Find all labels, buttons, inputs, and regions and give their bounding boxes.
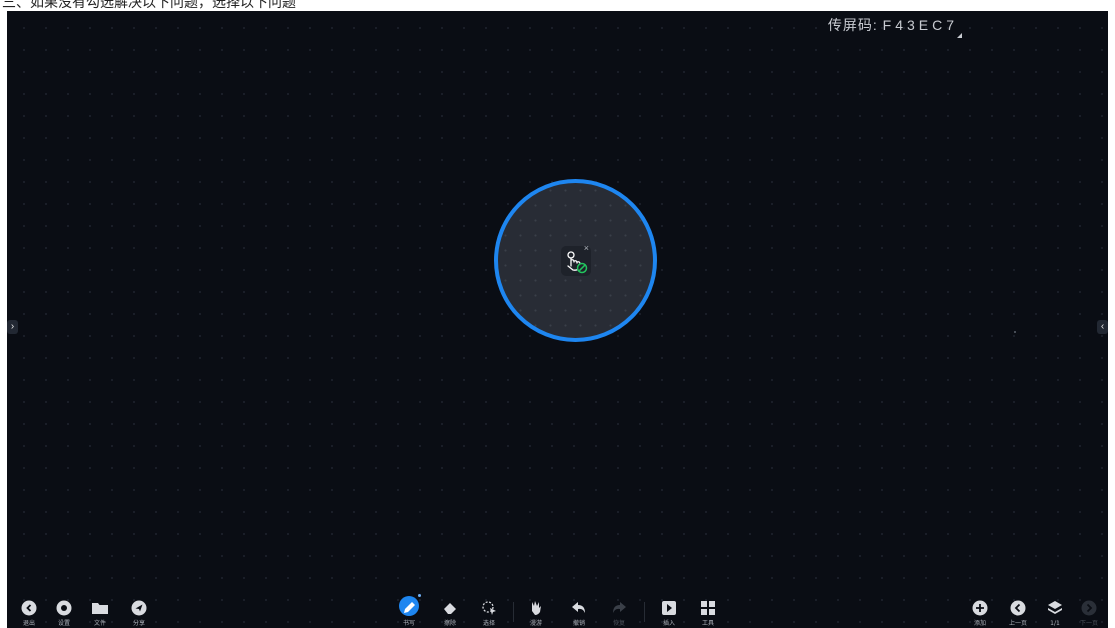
- caption-strip: 三、如果没有勾选解决以下问题，选择以下问题: [0, 0, 1115, 11]
- highlight-ring: ×: [494, 179, 657, 342]
- add-page-label: 添加: [973, 620, 986, 627]
- chevron-left-circle-icon: [1010, 600, 1026, 616]
- touch-disabled-tool[interactable]: ×: [561, 243, 591, 276]
- hand-icon: [532, 601, 541, 615]
- insert-button[interactable]: 插入: [654, 598, 684, 628]
- prev-page-label: 上一页: [1008, 620, 1027, 627]
- right-panel-toggle[interactable]: ‹: [1097, 320, 1108, 334]
- files-button[interactable]: 文件: [85, 598, 115, 628]
- screen-code: 传屏码: F43EC7: [828, 15, 958, 35]
- redo-button[interactable]: 恢复: [604, 598, 634, 628]
- eraser-icon: [444, 603, 456, 614]
- toolbar-divider: [513, 602, 514, 622]
- plus-circle-icon: [972, 600, 988, 616]
- tools-button[interactable]: 工具: [693, 598, 723, 628]
- pen-icon: [404, 602, 415, 613]
- bottom-toolbar: 退出 设置 文件 分享 书写 擦除 选择 漫游 撤销 恢复 插入 工具 添加 上…: [7, 594, 1108, 628]
- lasso-select-icon: [482, 601, 496, 615]
- screen-code-label: 传屏码:: [827, 17, 878, 33]
- share-icon: [131, 600, 147, 616]
- prev-page-button[interactable]: 上一页: [1003, 598, 1033, 628]
- settings-label: 设置: [57, 620, 70, 627]
- toolbar-divider: [644, 602, 645, 622]
- files-label: 文件: [93, 620, 106, 627]
- undo-icon: [572, 602, 585, 613]
- redo-icon: [613, 602, 626, 613]
- page-list-button[interactable]: 1/1: [1040, 598, 1070, 628]
- undo-label: 撤销: [572, 620, 585, 627]
- exit-icon: [21, 600, 37, 616]
- canvas-dot: [1014, 331, 1016, 333]
- page-count-label: 1/1: [1050, 620, 1060, 627]
- share-button[interactable]: 分享: [124, 598, 154, 628]
- roam-button[interactable]: 漫游: [521, 598, 551, 628]
- redo-label: 恢复: [612, 620, 625, 627]
- select-label: 选择: [482, 620, 495, 627]
- pen-label: 书写: [402, 620, 415, 627]
- eraser-button[interactable]: 擦除: [435, 598, 465, 628]
- instruction-caption: 三、如果没有勾选解决以下问题，选择以下问题: [2, 0, 296, 11]
- share-label: 分享: [132, 620, 145, 627]
- layers-icon: [1048, 601, 1062, 614]
- chevron-right-circle-icon: [1081, 600, 1097, 616]
- pen-button[interactable]: 书写: [394, 594, 424, 628]
- next-page-label: 下一页: [1079, 620, 1098, 627]
- next-page-button[interactable]: 下一页: [1074, 598, 1104, 628]
- select-button[interactable]: 选择: [474, 598, 504, 628]
- exit-label: 退出: [22, 620, 35, 627]
- gear-icon: [56, 600, 72, 616]
- tools-label: 工具: [701, 620, 714, 627]
- add-page-button[interactable]: 添加: [965, 598, 995, 628]
- undo-button[interactable]: 撤销: [564, 598, 594, 628]
- left-panel-toggle[interactable]: ›: [7, 320, 18, 334]
- whiteboard-canvas[interactable]: 传屏码: F43EC7 › ‹ × 退出 设置 文件 分享 书写 擦除 选择 漫…: [7, 11, 1108, 628]
- pen-color-dot: [418, 594, 421, 597]
- apps-grid-icon: [701, 601, 715, 615]
- screen-code-value: F43EC7: [882, 17, 958, 33]
- exit-button[interactable]: 退出: [14, 598, 44, 628]
- eraser-label: 擦除: [443, 620, 456, 627]
- settings-button[interactable]: 设置: [49, 598, 79, 628]
- folder-icon: [92, 603, 108, 614]
- insert-icon: [662, 601, 676, 615]
- insert-label: 插入: [662, 620, 675, 627]
- screen-code-corner-icon: [957, 33, 962, 38]
- roam-label: 漫游: [529, 620, 542, 627]
- close-icon[interactable]: ×: [584, 243, 589, 253]
